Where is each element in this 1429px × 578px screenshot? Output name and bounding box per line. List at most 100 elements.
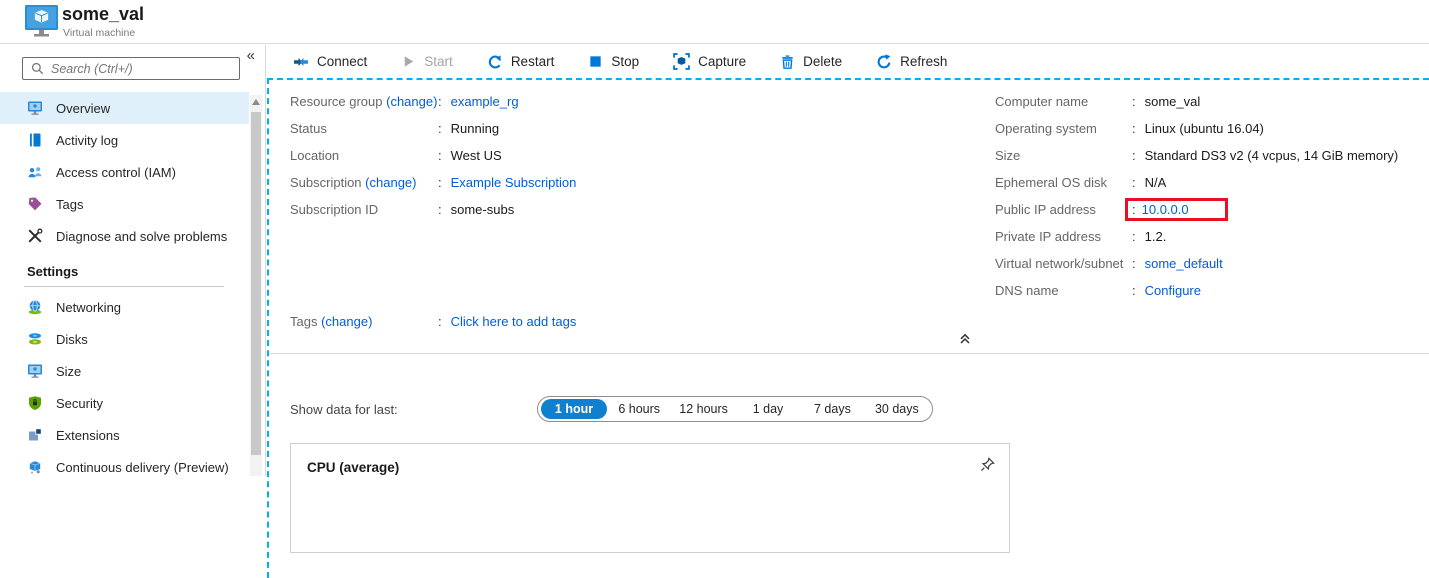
search-input[interactable] (51, 61, 232, 76)
colon: : (438, 121, 442, 136)
virtual-network-row: Virtual network/subnet : some_default (995, 250, 1398, 277)
delivery-icon (27, 459, 43, 475)
settings-heading: Settings (27, 264, 79, 279)
pin-icon[interactable] (979, 456, 996, 473)
sidebar-item-overview[interactable]: Overview (0, 92, 249, 124)
field-label: Ephemeral OS disk (995, 175, 1107, 190)
sidebar-item-access-control[interactable]: Access control (IAM) (0, 156, 249, 188)
trash-icon (780, 54, 795, 70)
size-row: Size : Standard DS3 v2 (4 vcpus, 14 GiB … (995, 142, 1398, 169)
computer-name-value: some_val (1144, 94, 1201, 109)
disks-icon (27, 331, 43, 347)
sidebar-item-label: Activity log (56, 132, 119, 148)
restart-icon (487, 54, 503, 70)
show-data-label: Show data for last: (290, 402, 398, 417)
resource-group-link[interactable]: example_rg (451, 94, 519, 109)
essentials-left-column: Resource group (change) : example_rg Sta… (290, 88, 576, 223)
restart-button[interactable]: Restart (487, 54, 555, 70)
virtual-machine-icon (23, 4, 61, 40)
field-label: Status (290, 121, 327, 136)
add-tags-link[interactable]: Click here to add tags (451, 314, 577, 329)
page-title: some_val (62, 4, 145, 24)
sidebar-nav: Overview Activity log Access control (IA… (0, 92, 249, 483)
change-link[interactable]: (change) (386, 94, 437, 109)
size-value: Standard DS3 v2 (4 vcpus, 14 GiB memory) (1144, 148, 1399, 163)
sidebar-item-label: Disks (56, 331, 88, 347)
subscription-id-row: Subscription ID : some-subs (290, 196, 576, 223)
sidebar-collapse-icon[interactable]: « (247, 47, 255, 64)
scroll-up-icon[interactable] (250, 95, 262, 109)
scrollbar-thumb[interactable] (251, 112, 261, 455)
sidebar-item-extensions[interactable]: Extensions (0, 419, 249, 451)
colon: : (1132, 283, 1136, 298)
sidebar-item-continuous-delivery[interactable]: Continuous delivery (Preview) (0, 451, 249, 483)
sidebar-item-size[interactable]: Size (0, 355, 249, 387)
button-label: Capture (698, 54, 747, 69)
status-row: Status : Running (290, 115, 576, 142)
sidebar-item-label: Diagnose and solve problems (56, 228, 228, 244)
refresh-button[interactable]: Refresh (876, 53, 947, 70)
sidebar-item-diagnose[interactable]: Diagnose and solve problems (0, 220, 249, 252)
field-label: Location (290, 148, 340, 163)
time-range-30-days[interactable]: 30 days (865, 402, 929, 416)
start-button[interactable]: Start (401, 54, 453, 69)
colon: : (438, 148, 442, 163)
delete-button[interactable]: Delete (780, 54, 842, 70)
search-icon (30, 61, 45, 76)
time-range-1-day[interactable]: 1 day (736, 402, 800, 416)
field-label: Resource group (290, 94, 383, 109)
collapse-essentials-icon[interactable] (958, 332, 972, 346)
sidebar-item-tags[interactable]: Tags (0, 188, 249, 220)
button-label: Connect (317, 54, 368, 69)
field-label: DNS name (995, 283, 1059, 298)
subscription-link[interactable]: Example Subscription (451, 175, 577, 190)
public-ip-link[interactable]: 10.0.0.0 (1142, 202, 1189, 217)
subscription-row: Subscription (change) : Example Subscrip… (290, 169, 576, 196)
colon: : (438, 202, 442, 217)
essentials-right-column: Computer name : some_val Operating syste… (995, 88, 1398, 304)
sidebar-item-activity-log[interactable]: Activity log (0, 124, 249, 156)
time-range-1-hour[interactable]: 1 hour (541, 399, 607, 419)
connect-button[interactable]: Connect (293, 54, 367, 70)
button-label: Start (424, 54, 453, 69)
sidebar-item-security[interactable]: Security (0, 387, 249, 419)
change-link[interactable]: (change) (365, 175, 416, 190)
button-label: Stop (611, 54, 640, 69)
settings-divider (24, 286, 224, 287)
colon: : (1132, 94, 1136, 109)
ephemeral-os-disk-row: Ephemeral OS disk : N/A (995, 169, 1398, 196)
time-range-6-hours[interactable]: 6 hours (607, 402, 671, 416)
field-label: Computer name (995, 94, 1089, 109)
dns-configure-link[interactable]: Configure (1145, 283, 1201, 298)
stop-button[interactable]: Stop (588, 54, 639, 69)
sidebar-item-label: Networking (56, 299, 122, 315)
tags-row: Tags (change) : Click here to add tags (290, 308, 576, 335)
operating-system-value: Linux (ubuntu 16.04) (1144, 121, 1264, 136)
tags-section: Tags (change) : Click here to add tags (290, 308, 576, 335)
time-range-7-days[interactable]: 7 days (800, 402, 864, 416)
time-range-12-hours[interactable]: 12 hours (671, 402, 735, 416)
change-link[interactable]: (change) (321, 314, 372, 329)
stop-icon (588, 54, 603, 69)
public-ip-row: Public IP address : 10.0.0.0 (995, 196, 1398, 223)
colon: : (1132, 121, 1136, 136)
sidebar-item-label: Continuous delivery (Preview) (56, 459, 229, 475)
field-label: Size (995, 148, 1021, 163)
sidebar-item-networking[interactable]: Networking (0, 291, 249, 323)
capture-button[interactable]: Capture (673, 53, 746, 70)
page-header: some_val Virtual machine (0, 0, 1429, 44)
time-range-selector: 1 hour 6 hours 12 hours 1 day 7 days 30 … (537, 396, 933, 422)
sidebar-scrollbar[interactable] (250, 95, 262, 476)
colon: : (1132, 175, 1136, 190)
location-value: West US (450, 148, 502, 163)
button-label: Restart (510, 54, 555, 69)
dns-name-row: DNS name : Configure (995, 277, 1398, 304)
colon: : (438, 175, 442, 190)
virtual-network-link[interactable]: some_default (1145, 256, 1223, 271)
sidebar-item-disks[interactable]: Disks (0, 323, 249, 355)
resource-group-row: Resource group (change) : example_rg (290, 88, 576, 115)
tools-icon (27, 228, 43, 244)
operating-system-row: Operating system : Linux (ubuntu 16.04) (995, 115, 1398, 142)
button-label: Delete (803, 54, 843, 69)
sidebar-search[interactable] (22, 57, 240, 80)
